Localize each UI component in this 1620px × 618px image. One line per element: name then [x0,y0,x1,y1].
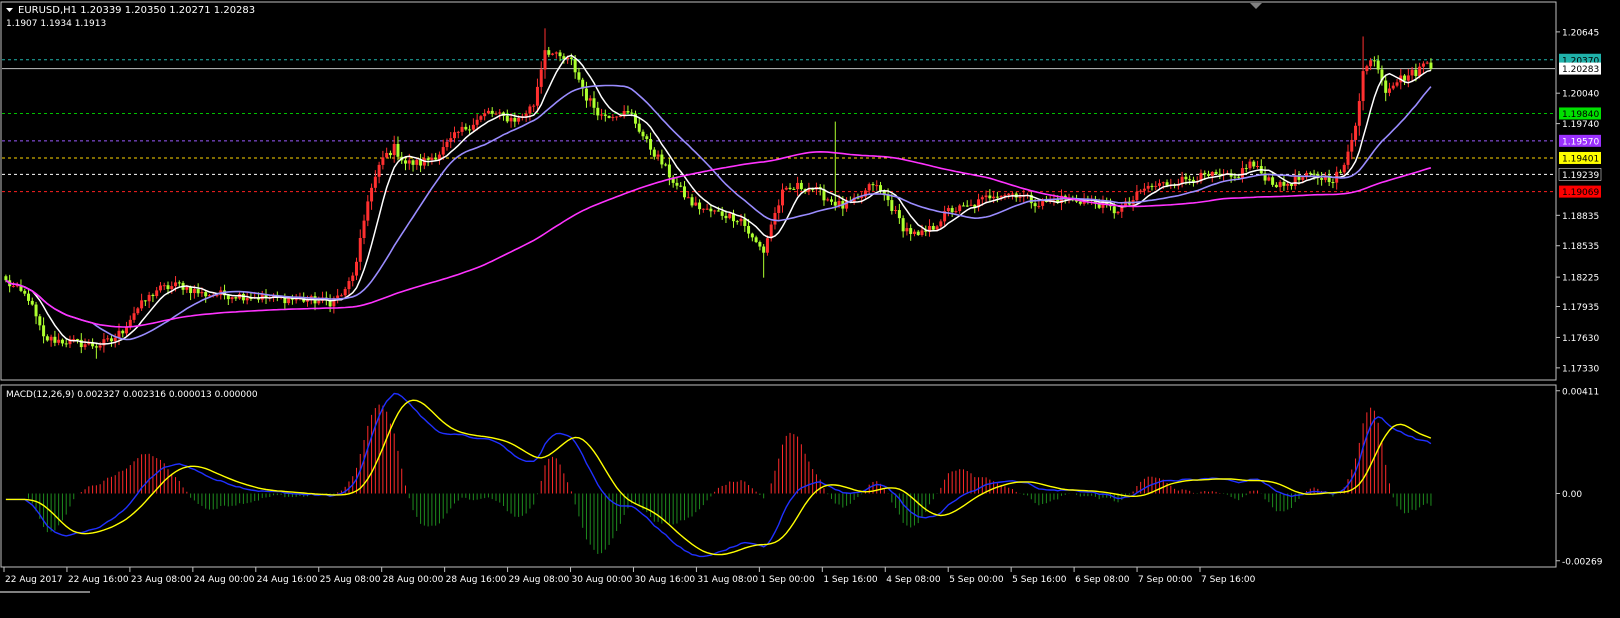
time-tick-label: 5 Sep 00:00 [949,575,1004,585]
price-level-label: 1.20283 [1559,62,1601,75]
time-tick-label: 30 Aug 00:00 [572,575,633,585]
time-tick-label: 23 Aug 08:00 [131,575,192,585]
price-tick-label: 1.18535 [1562,242,1599,252]
macd-tick-label: 0.00411 [1562,387,1599,397]
price-level-label: 1.19570 [1559,134,1601,147]
price-tick-label: 1.20645 [1562,28,1599,38]
time-tick-label: 7 Sep 16:00 [1201,575,1256,585]
chart-subtitle: 1.1907 1.1934 1.1913 [6,19,106,29]
svg-text:1.19069: 1.19069 [1562,188,1599,198]
price-tick-label: 1.17330 [1562,364,1599,374]
time-tick-label: 28 Aug 16:00 [446,575,507,585]
time-tick-label: 22 Aug 2017 [5,575,63,585]
macd-title: MACD(12,26,9) 0.002327 0.002316 0.000013… [6,390,258,400]
chart-title: EURUSD,H1 1.20339 1.20350 1.20271 1.2028… [18,5,255,16]
price-level-label: 1.19840 [1559,107,1601,120]
svg-text:1.19401: 1.19401 [1562,154,1599,164]
macd-tick-label: 0.00 [1562,490,1582,500]
time-tick-label: 7 Sep 00:00 [1138,575,1193,585]
price-level-label: 1.19239 [1558,168,1602,181]
time-tick-label: 24 Aug 00:00 [194,575,255,585]
svg-text:1.20283: 1.20283 [1562,65,1599,75]
time-tick-label: 22 Aug 16:00 [68,575,129,585]
time-tick-label: 6 Sep 08:00 [1075,575,1130,585]
price-tick-label: 1.19740 [1562,120,1599,130]
svg-text:1.19570: 1.19570 [1562,137,1599,147]
time-tick-label: 30 Aug 16:00 [634,575,695,585]
chart-canvas: 1.203701.202831.198401.195701.194011.192… [0,0,1620,614]
macd-tick-label: -0.00269 [1562,557,1603,567]
time-tick-label: 5 Sep 16:00 [1012,575,1067,585]
svg-text:1.19840: 1.19840 [1562,110,1599,120]
price-level-label: 1.19401 [1559,151,1601,164]
candle [765,235,769,256]
price-tick-label: 1.20040 [1562,90,1599,100]
time-tick-label: 25 Aug 08:00 [320,575,381,585]
time-tick-label: 28 Aug 00:00 [383,575,444,585]
time-tick-label: 24 Aug 16:00 [257,575,318,585]
time-tick-label: 1 Sep 00:00 [760,575,815,585]
price-tick-label: 1.17630 [1562,334,1599,344]
svg-text:1.19239: 1.19239 [1562,171,1599,181]
price-tick-label: 1.18835 [1562,212,1599,222]
price-tick-label: 1.17935 [1562,303,1599,313]
time-tick-label: 31 Aug 08:00 [697,575,758,585]
price-tick-label: 1.18225 [1562,274,1599,284]
time-tick-label: 4 Sep 08:00 [886,575,941,585]
time-tick-label: 29 Aug 08:00 [509,575,570,585]
price-level-label: 1.19069 [1559,185,1601,198]
trading-chart: 1.20370 1.20283 1.19840 1.19570 1.19401 1.192… [0,0,1620,614]
time-tick-label: 1 Sep 16:00 [823,575,878,585]
